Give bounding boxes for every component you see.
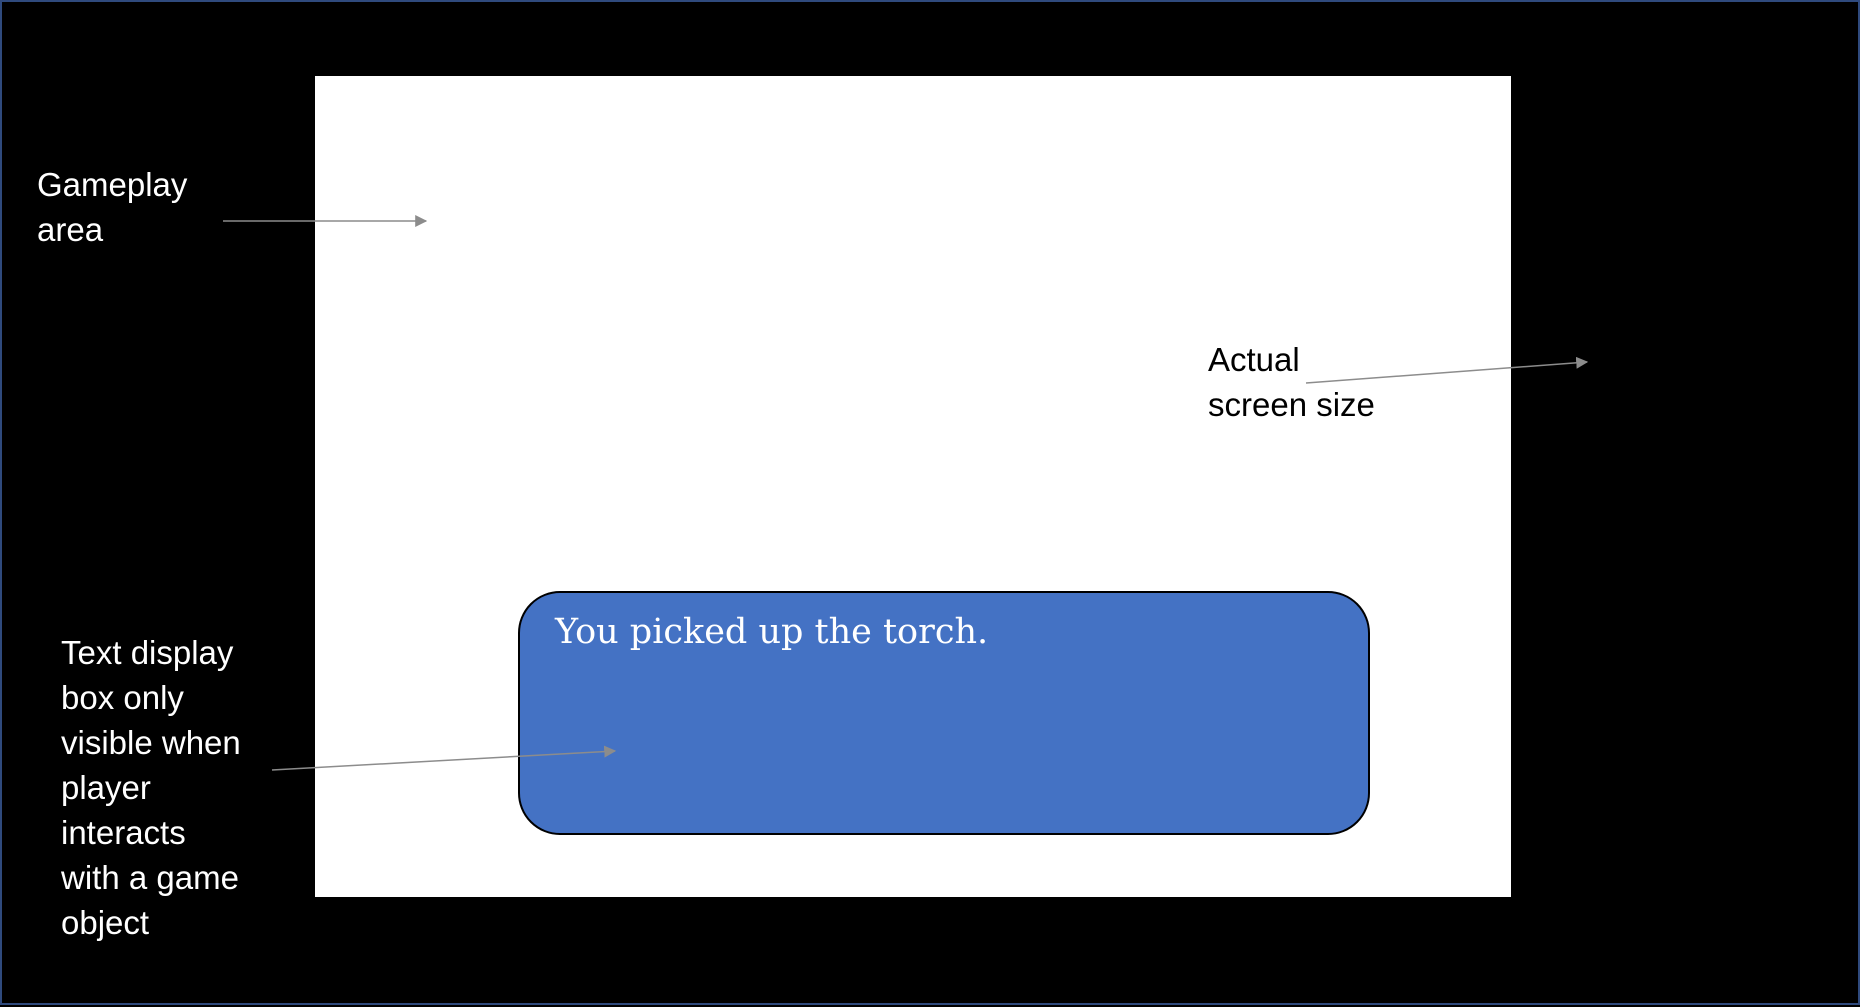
text-display-box-label-line: box only xyxy=(61,679,184,716)
text-display-box: You picked up the torch. xyxy=(518,591,1370,835)
text-display-message: You picked up the torch. xyxy=(555,612,989,652)
actual-screen-size-label-line: Actual xyxy=(1208,341,1300,378)
text-display-box-label-line: interacts xyxy=(61,814,186,851)
actual-screen-area: You picked up the torch. Gameplay area A… xyxy=(0,0,1860,1005)
text-display-box-label-line: object xyxy=(61,904,150,941)
text-display-box-label-line: player xyxy=(61,769,151,806)
text-display-box-label-line: visible when xyxy=(61,724,241,761)
text-display-box-label-line: with a game xyxy=(61,859,239,896)
gameplay-area-label-line: Gameplay xyxy=(37,166,188,203)
text-display-box-label-line: Text display xyxy=(61,634,234,671)
text-display-box-label: Text display box only visible when playe… xyxy=(61,630,241,945)
actual-screen-size-label-line: screen size xyxy=(1208,386,1375,423)
actual-screen-size-label: Actual screen size xyxy=(1208,337,1375,427)
gameplay-area-label: Gameplay area xyxy=(37,162,187,252)
gameplay-area-label-line: area xyxy=(37,211,104,248)
